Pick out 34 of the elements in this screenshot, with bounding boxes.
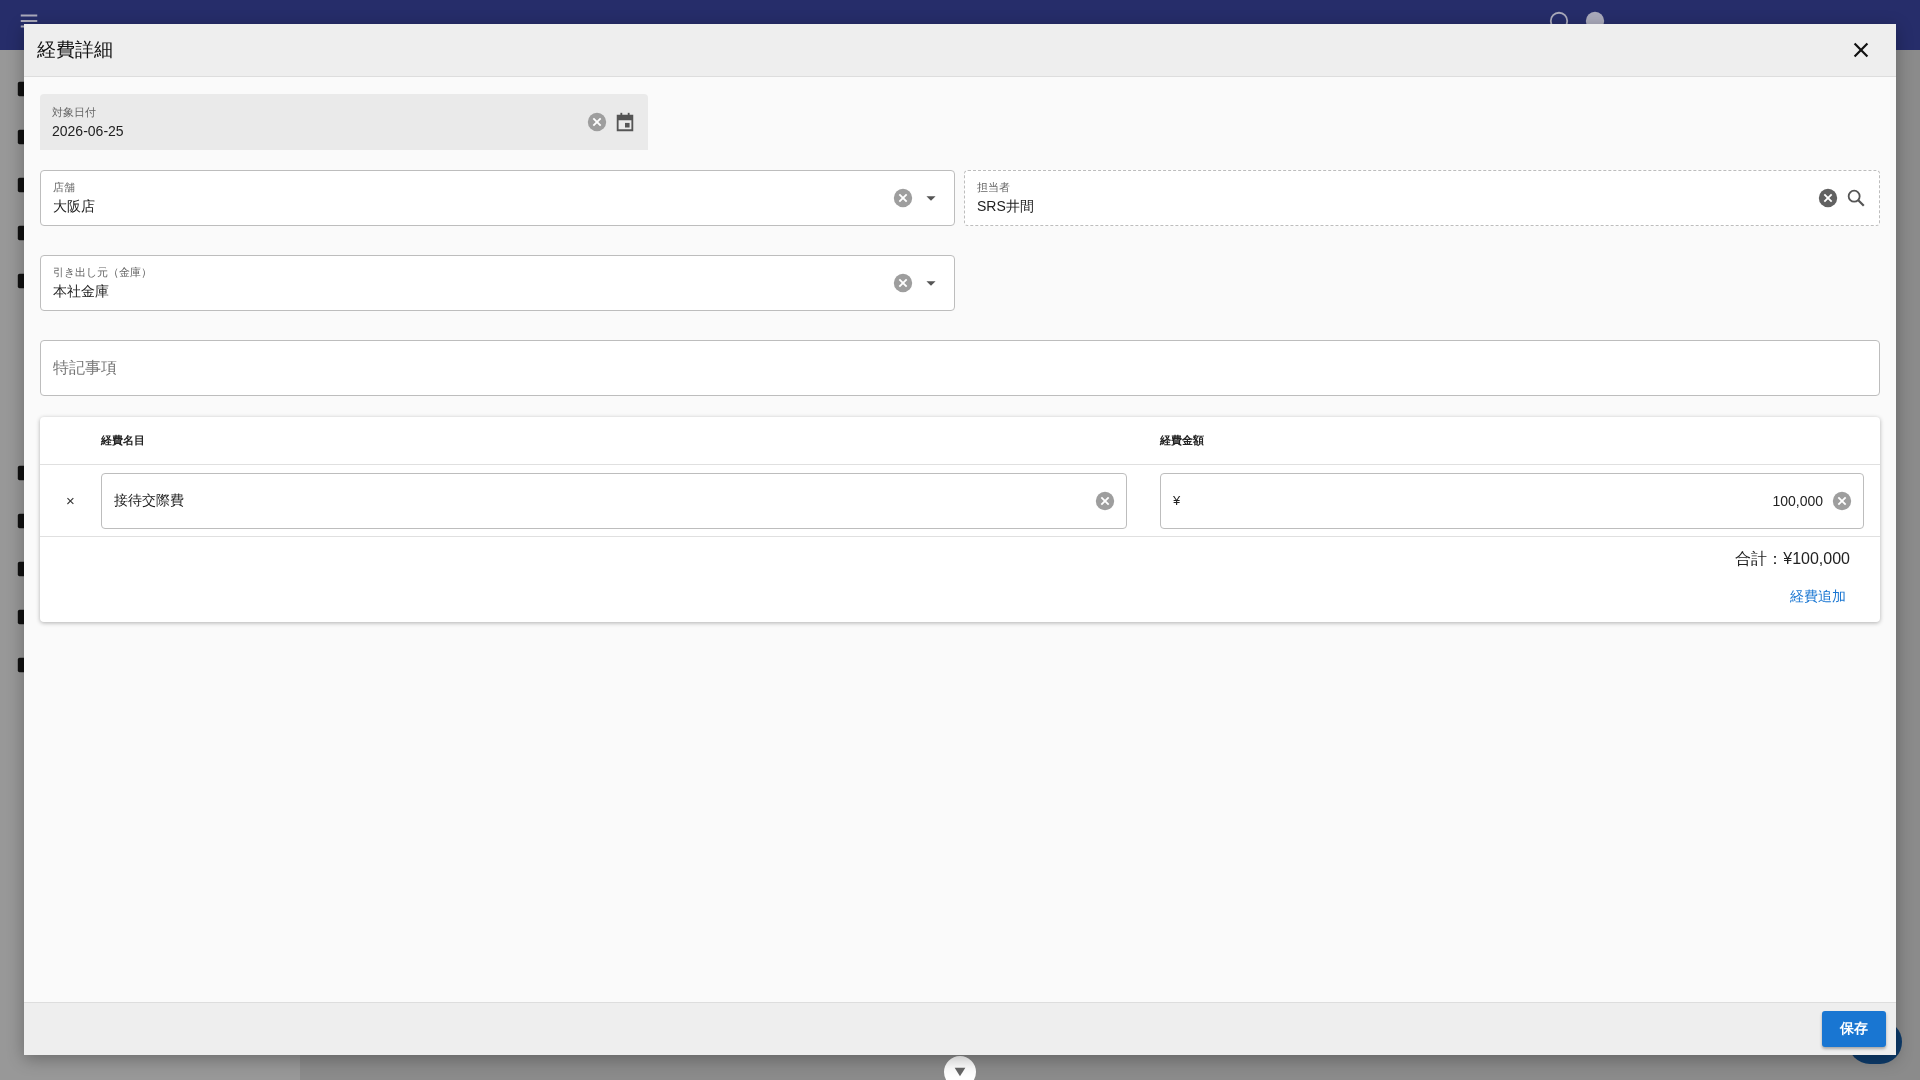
field-value: 100,000 bbox=[1771, 492, 1823, 509]
total-amount: 合計：¥100,000 bbox=[1735, 549, 1850, 569]
date-field[interactable]: 対象日付 2026-06-25 bbox=[40, 94, 648, 150]
expand-icon[interactable] bbox=[944, 1056, 976, 1080]
currency-symbol: ¥ bbox=[1173, 493, 1181, 508]
field-value: 本社金庫 bbox=[53, 283, 110, 301]
field-label: 引き出し元（金庫） bbox=[53, 265, 153, 280]
notes-field[interactable]: 特記事項 bbox=[40, 340, 1880, 396]
clear-icon[interactable] bbox=[892, 187, 914, 209]
field-value: 2026-06-25 bbox=[52, 123, 125, 139]
field-value: 大阪店 bbox=[53, 198, 96, 216]
select-field[interactable]: 引き出し元（金庫） 本社金庫 bbox=[40, 255, 955, 311]
clear-icon[interactable] bbox=[892, 272, 914, 294]
field-label: 担当者 bbox=[977, 180, 1011, 195]
clear-icon[interactable] bbox=[1831, 489, 1853, 512]
select-field[interactable]: 店舗 大阪店 bbox=[40, 170, 955, 226]
field-value: SRS井間 bbox=[977, 198, 1035, 216]
clear-icon[interactable] bbox=[586, 111, 608, 133]
expense-name-field[interactable]: 接待交際費 bbox=[101, 472, 1127, 529]
field-value: 接待交際費 bbox=[114, 491, 185, 510]
field-label: 店舗 bbox=[53, 180, 76, 195]
clear-icon[interactable] bbox=[1094, 489, 1116, 512]
search-icon[interactable] bbox=[1845, 187, 1867, 209]
column-header: 経費名目 bbox=[101, 433, 146, 448]
add-expense-link[interactable]: 経費追加 bbox=[1790, 588, 1846, 606]
dialog-title: 経費詳細 bbox=[37, 38, 113, 62]
remove-button[interactable]: × bbox=[62, 490, 79, 511]
search-field[interactable]: 担当者 SRS井間 bbox=[964, 170, 1880, 226]
clear-icon[interactable] bbox=[1817, 187, 1839, 209]
column-header: 経費金額 bbox=[1160, 433, 1205, 448]
amount-field[interactable]: ¥ 100,000 bbox=[1160, 472, 1864, 529]
field-label: 対象日付 bbox=[52, 105, 97, 120]
calendar-icon[interactable] bbox=[614, 111, 636, 133]
save-button[interactable]: 保存 bbox=[1822, 1011, 1886, 1047]
